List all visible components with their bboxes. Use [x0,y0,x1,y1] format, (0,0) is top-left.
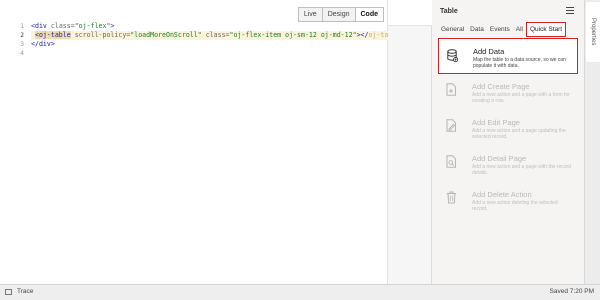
code-token: class= [201,31,230,39]
tab-events[interactable]: Events [487,22,513,37]
live-view-button[interactable]: Live [297,7,323,22]
add-delete-action-action[interactable]: Add Delete Action Add a new action delet… [438,182,578,218]
code-line-1[interactable]: <div class="oj-flex"> [31,22,388,31]
action-description: Map the table to a data source, so we ca… [473,57,566,69]
code-editor[interactable]: Live Design Code 1 2 3 4 <div class="oj-… [0,0,388,284]
code-token: > [50,40,55,48]
code-token: ></ [356,31,369,39]
detail-page-icon [446,155,456,168]
action-description: Add a new action and a page with a form … [472,92,570,104]
line-number: 4 [20,49,24,57]
design-view-button[interactable]: Design [322,7,356,22]
tab-all[interactable]: All [513,22,526,37]
properties-panel: Table General Data Events All Quick Star… [432,0,584,284]
code-text[interactable]: <div class="oj-flex"> <oj-table scroll-p… [31,22,388,58]
trace-icon[interactable] [5,289,12,295]
action-title: Add Edit Page [472,118,520,127]
action-description: Add a new action and a page updating the… [472,128,566,140]
code-token: oj-table [368,31,389,39]
code-view-button[interactable]: Code [355,7,384,22]
action-title: Add Data [473,47,505,56]
status-bar: Trace Saved 7:20 PM [0,284,600,300]
quick-start-actions: Add Data Map the table to a data source,… [438,38,578,218]
add-edit-page-action[interactable]: Add Edit Page Add a new action and a pag… [438,110,578,146]
tab-general[interactable]: General [438,22,467,37]
add-data-action[interactable]: Add Data Map the table to a data source,… [438,38,578,74]
line-number-gutter: 1 2 3 4 [0,22,26,58]
add-page-icon [446,83,456,96]
code-line-2[interactable]: <oj-table scroll-policy="loadMoreOnScrol… [31,31,388,40]
code-token: </ [31,40,39,48]
code-token: "oj-flex-item oj-sm-12 oj-md-12" [229,31,357,39]
code-token: class= [46,22,75,30]
line-number: 2 [20,31,24,39]
panel-tabs: General Data Events All Quick Start [438,22,567,37]
code-line-3[interactable]: </div> [31,40,388,49]
structure-panel-header [388,0,432,26]
properties-rail: Properties [584,0,600,284]
action-description: Add a new action deleting the selected r… [472,200,558,212]
code-token: div [38,40,51,48]
code-token: scroll-policy= [70,31,131,39]
action-title: Add Detail Page [472,154,527,163]
action-description: Add a new action and a page with the rec… [472,164,571,176]
code-line-4[interactable] [31,49,388,58]
line-number: 1 [20,22,24,30]
line-number: 3 [20,40,24,48]
structure-panel [388,0,432,284]
edit-page-icon [446,119,456,132]
add-detail-page-action[interactable]: Add Detail Page Add a new action and a p… [438,146,578,182]
trash-icon [446,191,457,204]
action-title: Add Create Page [472,82,530,91]
trace-button[interactable]: Trace [17,288,33,295]
code-token: > [110,22,115,30]
code-token: <oj-table [34,31,71,39]
tab-data[interactable]: Data [467,22,487,37]
database-icon [447,49,458,62]
properties-rail-tab[interactable]: Properties [586,2,600,62]
panel-title: Table [440,8,458,15]
app-window: Live Design Code 1 2 3 4 <div class="oj-… [0,0,600,300]
action-title: Add Delete Action [472,190,532,199]
code-token: "oj-flex" [74,22,111,30]
tab-quick-start[interactable]: Quick Start [525,22,567,37]
hamburger-menu-icon[interactable] [566,7,574,14]
code-token: "loadMoreOnScroll" [130,31,202,39]
save-status: Saved 7:20 PM [549,288,594,295]
code-token: div [34,22,47,30]
add-create-page-action[interactable]: Add Create Page Add a new action and a p… [438,74,578,110]
view-switcher: Live Design Code [297,7,384,22]
